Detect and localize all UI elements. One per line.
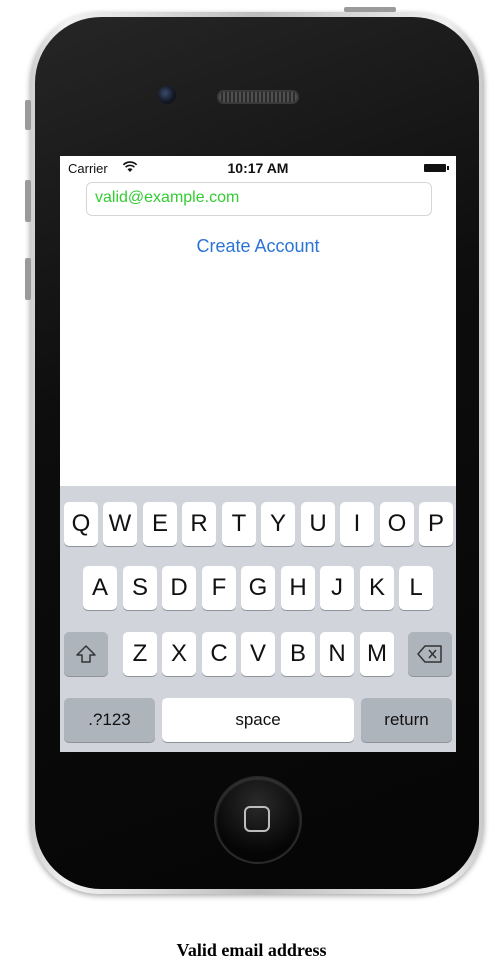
figure-caption: Valid email address: [176, 940, 327, 960]
key-n[interactable]: N: [320, 632, 354, 676]
sleep-button: [344, 7, 396, 12]
numbers-key[interactable]: .?123: [64, 698, 155, 742]
key-x[interactable]: X: [162, 632, 196, 676]
key-s[interactable]: S: [123, 566, 157, 610]
home-square-icon: [244, 806, 270, 832]
key-l[interactable]: L: [399, 566, 433, 610]
shift-key[interactable]: [64, 632, 108, 676]
front-camera-icon: [158, 86, 176, 104]
email-field[interactable]: valid@example.com: [86, 182, 432, 216]
key-p[interactable]: P: [419, 502, 453, 546]
return-key[interactable]: return: [361, 698, 452, 742]
key-b[interactable]: B: [281, 632, 315, 676]
create-account-button[interactable]: Create Account: [60, 236, 456, 257]
phone-screen: Carrier 10:17 AM valid@example.com Creat…: [60, 156, 456, 752]
status-time: 10:17 AM: [227, 160, 289, 176]
key-q[interactable]: Q: [64, 502, 98, 546]
key-w[interactable]: W: [103, 502, 137, 546]
mute-switch: [25, 100, 31, 130]
key-j[interactable]: J: [320, 566, 354, 610]
key-a[interactable]: A: [83, 566, 117, 610]
volume-up-button: [25, 180, 31, 222]
key-t[interactable]: T: [222, 502, 256, 546]
battery-icon: [424, 164, 449, 172]
key-c[interactable]: C: [202, 632, 236, 676]
space-key[interactable]: space: [162, 698, 354, 742]
key-f[interactable]: F: [202, 566, 236, 610]
key-z[interactable]: Z: [123, 632, 157, 676]
key-e[interactable]: E: [143, 502, 177, 546]
earpiece-speaker: [217, 90, 299, 104]
key-m[interactable]: M: [360, 632, 394, 676]
key-o[interactable]: O: [380, 502, 414, 546]
key-i[interactable]: I: [340, 502, 374, 546]
key-h[interactable]: H: [281, 566, 315, 610]
key-d[interactable]: D: [162, 566, 196, 610]
key-u[interactable]: U: [301, 502, 335, 546]
key-v[interactable]: V: [241, 632, 275, 676]
key-r[interactable]: R: [182, 502, 216, 546]
backspace-icon: [417, 645, 442, 663]
key-y[interactable]: Y: [261, 502, 295, 546]
home-button[interactable]: [216, 778, 300, 862]
status-bar: Carrier 10:17 AM: [60, 156, 456, 180]
keyboard: Q W E R T Y U I O P A S D F G H J K L Z …: [60, 486, 456, 752]
key-k[interactable]: K: [360, 566, 394, 610]
delete-key[interactable]: [408, 632, 452, 676]
key-g[interactable]: G: [241, 566, 275, 610]
volume-down-button: [25, 258, 31, 300]
shift-arrow-icon: [76, 645, 96, 663]
